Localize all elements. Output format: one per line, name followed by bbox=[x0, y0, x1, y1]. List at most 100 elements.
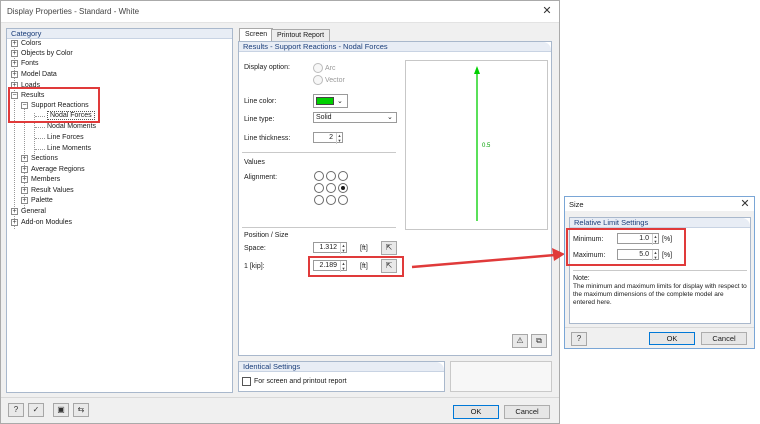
tree-item-label: General bbox=[21, 208, 46, 215]
display-properties-window: Display Properties - Standard - White ✕ … bbox=[0, 0, 560, 424]
copy-settings-button[interactable]: ⧉ bbox=[531, 334, 547, 348]
tree-item-line-moments[interactable]: Line Moments bbox=[47, 144, 91, 154]
expand-icon[interactable]: + bbox=[11, 218, 18, 226]
tree-item-label: Add-on Modules bbox=[21, 219, 72, 226]
align-top-center[interactable] bbox=[326, 171, 336, 181]
expand-icon[interactable]: + bbox=[11, 70, 18, 78]
radio-vector-label: Vector bbox=[325, 77, 345, 84]
highlight-frame-tree bbox=[8, 87, 100, 123]
expand-icon[interactable]: + bbox=[11, 207, 18, 215]
tree-item-objects-by-color[interactable]: + Objects by Color bbox=[11, 49, 73, 59]
expand-icon[interactable]: + bbox=[11, 59, 18, 67]
default-settings-button[interactable]: ⚠ bbox=[512, 334, 528, 348]
expand-icon[interactable]: + bbox=[21, 175, 28, 183]
tree-item-general[interactable]: + General bbox=[11, 207, 46, 217]
tree-item-label: Nodal Moments bbox=[47, 123, 97, 130]
empty-panel bbox=[450, 361, 552, 392]
line-thickness-value: 2 bbox=[329, 134, 333, 141]
size-cancel-button[interactable]: Cancel bbox=[701, 332, 747, 345]
size-settings-button[interactable]: ⇱ bbox=[381, 241, 397, 255]
identical-checkbox-label: For screen and printout report bbox=[254, 378, 347, 385]
size-help-button[interactable]: ? bbox=[571, 332, 587, 346]
expand-icon[interactable]: + bbox=[21, 154, 28, 162]
size-ok-button[interactable]: OK bbox=[649, 332, 695, 345]
tree-item-label: Average Regions bbox=[31, 166, 85, 173]
align-top-left[interactable] bbox=[314, 171, 324, 181]
align-top-right[interactable] bbox=[338, 171, 348, 181]
settings-panel: Results - Support Reactions - Nodal Forc… bbox=[238, 41, 552, 356]
transfer-icon: ⇆ bbox=[77, 405, 85, 414]
help-button[interactable]: ? bbox=[8, 403, 24, 417]
close-icon[interactable]: ✕ bbox=[739, 198, 751, 210]
expand-icon[interactable]: + bbox=[21, 186, 28, 194]
tree-item-average-regions[interactable]: + Average Regions bbox=[21, 165, 85, 175]
tree-item-members[interactable]: + Members bbox=[21, 175, 60, 185]
align-bottom-center[interactable] bbox=[326, 195, 336, 205]
ok-button[interactable]: OK bbox=[453, 405, 499, 419]
tree-item-nodal-moments[interactable]: Nodal Moments bbox=[47, 122, 96, 132]
line-color-picker[interactable]: ⌄ bbox=[313, 94, 348, 108]
space-value: 1.312 bbox=[319, 244, 337, 251]
tree-item-palette[interactable]: + Palette bbox=[21, 196, 53, 206]
expand-icon[interactable]: + bbox=[11, 39, 18, 47]
tree-item-label: Model Data bbox=[21, 71, 57, 78]
display-button[interactable]: ▣ bbox=[53, 403, 69, 417]
relative-limit-header: Relative Limit Settings bbox=[570, 218, 750, 228]
expand-icon[interactable]: + bbox=[11, 49, 18, 57]
tree-item-line-forces[interactable]: Line Forces bbox=[47, 133, 84, 143]
preview-force-arrow bbox=[474, 66, 480, 221]
tab-screen[interactable]: Screen bbox=[239, 28, 274, 42]
tree-item-sections[interactable]: + Sections bbox=[21, 154, 58, 164]
identical-checkbox[interactable] bbox=[242, 377, 251, 386]
line-type-value: Solid bbox=[316, 114, 332, 121]
tree-item-colors[interactable]: + Colors bbox=[11, 39, 41, 49]
tree-item-label: Members bbox=[31, 176, 61, 183]
section-header: Results - Support Reactions - Nodal Forc… bbox=[239, 42, 551, 52]
align-bottom-right[interactable] bbox=[338, 195, 348, 205]
tree-connector bbox=[35, 149, 45, 150]
spinner-arrows-icon[interactable]: ▲ ▼ bbox=[336, 133, 342, 144]
chevron-down-icon: ⌄ bbox=[337, 98, 343, 105]
radio-arc-label: Arc bbox=[325, 65, 336, 72]
tree-item-label: Result Values bbox=[31, 187, 74, 194]
title-bar: Display Properties - Standard - White ✕ bbox=[1, 1, 559, 23]
align-middle-center[interactable] bbox=[326, 183, 336, 193]
identical-settings-header: Identical Settings bbox=[239, 362, 444, 372]
tree-item-label: Objects by Color bbox=[21, 50, 73, 57]
tree-item-label: Fonts bbox=[21, 60, 39, 67]
preview-value-label: 0.5 bbox=[482, 143, 491, 149]
align-middle-left[interactable] bbox=[314, 183, 324, 193]
tree-item-model-data[interactable]: + Model Data bbox=[11, 70, 57, 80]
highlight-frame-limits bbox=[566, 228, 686, 266]
preview-canvas: 0.5 bbox=[405, 60, 548, 230]
radio-vector[interactable] bbox=[313, 75, 323, 85]
line-type-label: Line type: bbox=[244, 116, 275, 123]
check-button[interactable]: ✓ bbox=[28, 403, 44, 417]
divider bbox=[573, 270, 747, 271]
divider bbox=[1, 397, 559, 398]
tree-item-fonts[interactable]: + Fonts bbox=[11, 59, 39, 69]
size-dialog-title: Size bbox=[569, 200, 584, 209]
divider bbox=[242, 227, 396, 228]
tree-item-label: Sections bbox=[31, 155, 58, 162]
tree-item-add-on-modules[interactable]: + Add-on Modules bbox=[11, 218, 72, 228]
expand-icon[interactable]: + bbox=[21, 196, 28, 204]
close-icon[interactable]: ✕ bbox=[541, 5, 553, 17]
tree-item-label: Line Moments bbox=[47, 145, 91, 152]
expand-icon[interactable]: + bbox=[21, 165, 28, 173]
align-middle-right[interactable] bbox=[338, 183, 348, 193]
settings-copy-button[interactable]: ⇆ bbox=[73, 403, 89, 417]
identical-settings-panel: Identical Settings For screen and printo… bbox=[238, 361, 445, 392]
spinner-arrows-icon[interactable]: ▲ ▼ bbox=[340, 243, 346, 254]
window-title: Display Properties - Standard - White bbox=[7, 7, 140, 16]
size-dialog: Size ✕ Relative Limit Settings Minimum: … bbox=[564, 196, 755, 349]
cancel-button[interactable]: Cancel bbox=[504, 405, 550, 419]
alignment-label: Alignment: bbox=[244, 174, 278, 181]
radio-arc[interactable] bbox=[313, 63, 323, 73]
edit-size-icon: ⇱ bbox=[385, 243, 393, 252]
tree-item-result-values[interactable]: + Result Values bbox=[21, 186, 74, 196]
line-type-select[interactable]: Solid ⌄ bbox=[313, 112, 397, 123]
align-bottom-left[interactable] bbox=[314, 195, 324, 205]
space-label: Space: bbox=[244, 245, 266, 252]
tree-connector bbox=[35, 138, 45, 139]
